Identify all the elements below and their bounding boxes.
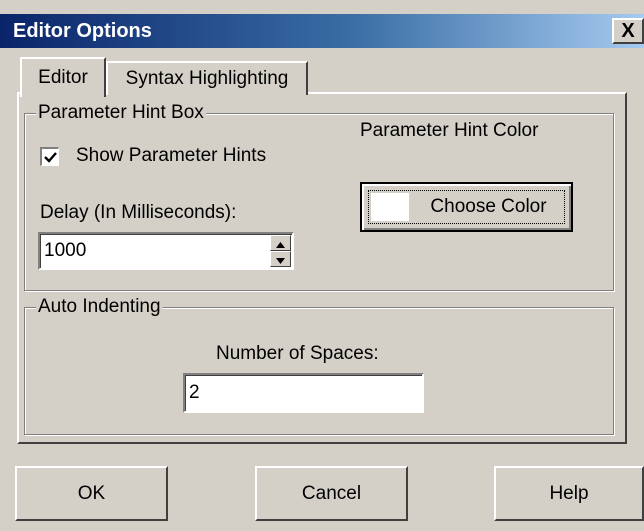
arrow-down-icon [276, 258, 285, 264]
tab-syntax-highlighting[interactable]: Syntax Highlighting [106, 61, 308, 95]
window-title: Editor Options [13, 20, 152, 42]
help-button-label: Help [549, 482, 589, 504]
help-button[interactable]: Help [494, 466, 644, 521]
close-icon: X [621, 20, 635, 42]
tab-editor[interactable]: Editor [20, 57, 106, 97]
editor-options-dialog: Editor Options X Editor Syntax Highlight… [0, 0, 644, 531]
ok-button-label: OK [77, 482, 106, 504]
close-button[interactable]: X [612, 18, 644, 44]
spin-up-button[interactable] [270, 235, 291, 251]
cancel-button[interactable]: Cancel [255, 466, 408, 521]
editor-tab-panel [17, 92, 627, 444]
delay-spinner[interactable] [270, 235, 291, 267]
title-bar[interactable]: Editor Options X [0, 14, 644, 48]
arrow-up-icon [276, 242, 285, 248]
tab-editor-label: Editor [38, 67, 88, 88]
tab-syntax-highlighting-label: Syntax Highlighting [125, 68, 289, 89]
cancel-button-label: Cancel [301, 482, 362, 504]
ok-button[interactable]: OK [15, 466, 168, 521]
spin-down-button[interactable] [270, 251, 291, 267]
